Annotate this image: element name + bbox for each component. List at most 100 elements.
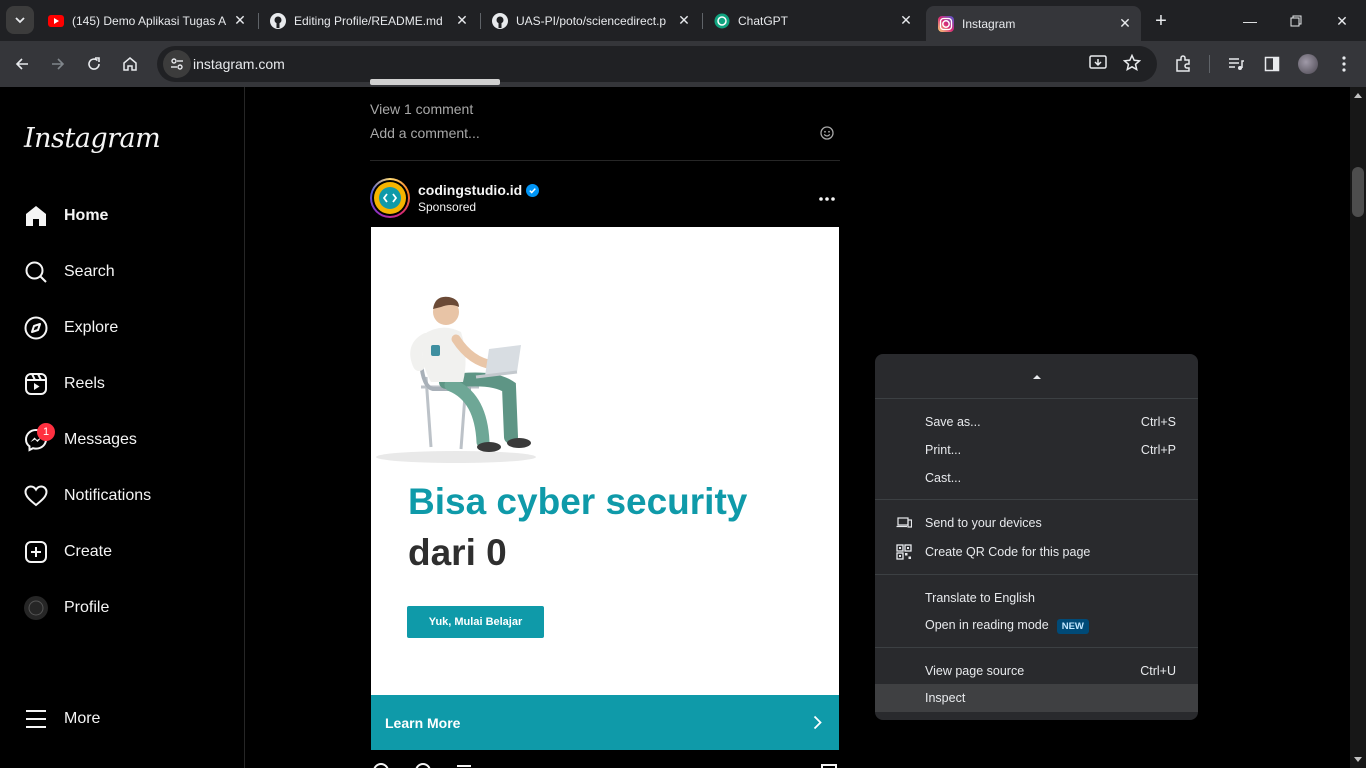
close-tab-icon[interactable]: ✕ [896,11,916,31]
new-badge: NEW [1056,619,1089,634]
close-tab-icon[interactable]: ✕ [1115,14,1135,34]
install-app-button[interactable] [1089,54,1109,77]
new-tab-button[interactable]: + [1150,10,1172,32]
nav-home[interactable]: Home [12,192,232,240]
restore-button[interactable] [1285,10,1307,32]
scroll-up-icon [1354,93,1362,98]
cut-off-caption [370,79,530,91]
chrome-menu-button[interactable] [1330,50,1358,78]
learn-more-label: Learn More [385,714,461,731]
nav-explore[interactable]: Explore [12,304,232,352]
menu-save-as[interactable]: Save as... Ctrl+S [875,408,1198,436]
avatar-icon [24,596,48,620]
nav-reels[interactable]: Reels [12,360,232,408]
tab-title: Editing Profile/README.md [294,13,443,28]
person-laptop-illustration [376,296,536,463]
messenger-icon: 1 [24,423,55,452]
emoji-icon[interactable] [820,126,834,145]
nav-create[interactable]: Create [12,528,232,576]
chatgpt-icon [714,13,730,29]
sponsored-label: Sponsored [418,200,477,214]
tab-github-readme[interactable]: Editing Profile/README.md ✕ [258,6,478,35]
arrow-left-icon [15,58,28,70]
menu-separator [875,499,1198,500]
menu-reading-mode[interactable]: Open in reading mode NEW [875,612,1198,640]
tab-search-button[interactable] [6,6,34,34]
menu-print[interactable]: Print... Ctrl+P [875,436,1198,464]
menu-separator [875,398,1198,399]
profile-button[interactable] [1294,50,1322,78]
instagram-sidebar: Instagram Home Search Explore Reels 1 Me… [0,87,245,768]
close-tab-icon[interactable]: ✕ [452,11,472,31]
menu-separator [875,647,1198,648]
address-bar[interactable]: instagram.com [157,46,1157,82]
scrollbar-thumb[interactable] [1352,167,1364,217]
nav-more[interactable]: More [12,695,232,743]
post-username[interactable]: codingstudio.id [418,182,540,198]
nav-label: Reels [64,375,105,392]
story-ring[interactable] [370,178,410,218]
browser-toolbar: instagram.com [0,41,1366,87]
minimize-button[interactable]: — [1239,10,1261,32]
back-button[interactable] [8,50,36,78]
learn-more-button[interactable]: Learn More [371,695,839,750]
tab-instagram[interactable]: Instagram ✕ [926,6,1141,41]
extensions-button[interactable] [1169,50,1197,78]
devices-icon [896,517,912,528]
close-tab-icon[interactable]: ✕ [674,11,694,31]
post-options-button[interactable] [818,189,836,207]
ad-headline-2: dari 0 [408,532,507,573]
bookmark-button[interactable] [1122,53,1142,77]
close-tab-icon[interactable]: ✕ [230,11,250,31]
ad-headline-1: Bisa cyber security [408,481,748,522]
media-control-button[interactable] [1222,50,1250,78]
menu-cast[interactable]: Cast... [875,464,1198,492]
more-horiz-icon [819,197,835,201]
view-comments-link[interactable]: View 1 comment [370,101,473,117]
nav-label: Home [64,207,109,224]
menu-view-source[interactable]: View page source Ctrl+U [875,657,1198,685]
post-actions-row [371,760,839,768]
verified-badge-icon [526,183,540,197]
tab-github-uas[interactable]: UAS-PI/poto/sciencedirect.p ✕ [480,6,700,35]
close-window-button[interactable]: ✕ [1331,10,1353,32]
chevron-down-icon [15,17,25,24]
context-menu: Save as... Ctrl+S Print... Ctrl+P Cast..… [875,354,1198,720]
side-panel-button[interactable] [1258,50,1286,78]
restore-icon [1290,15,1302,27]
menu-create-qr-code[interactable]: Create QR Code for this page [875,538,1198,566]
github-icon [492,12,508,29]
forward-button[interactable] [44,50,72,78]
tab-title: (145) Demo Aplikasi Tugas A [72,13,227,28]
tab-title: ChatGPT [738,13,789,28]
nav-label: Messages [64,431,137,448]
nav-search[interactable]: Search [12,248,232,296]
nav-messages[interactable]: 1 Messages [12,416,232,464]
home-icon [123,57,137,71]
context-menu-scroll-up[interactable] [875,354,1198,398]
github-icon [270,12,286,29]
reload-button[interactable] [80,50,108,78]
ad-image[interactable]: Bisa cyber security dari 0 Yuk, Mulai Be… [371,227,839,695]
more-vert-icon [1342,56,1346,72]
menu-send-to-devices[interactable]: Send to your devices [875,509,1198,537]
nav-label: Profile [64,599,110,616]
hamburger-menu-icon [24,707,48,731]
add-comment-input[interactable]: Add a comment... [370,125,840,141]
menu-inspect[interactable]: Inspect [875,684,1198,712]
code-icon [383,193,397,203]
home-icon [24,204,48,228]
caret-up-icon [1032,374,1041,379]
home-button[interactable] [116,50,144,78]
nav-label: Notifications [64,487,152,504]
tab-youtube[interactable]: (145) Demo Aplikasi Tugas A ✕ [36,6,256,35]
tab-chatgpt[interactable]: ChatGPT ✕ [702,6,922,35]
arrow-right-icon [52,58,65,70]
compass-icon [24,316,48,340]
nav-notifications[interactable]: Notifications [12,472,232,520]
instagram-logo[interactable]: Instagram [24,123,161,154]
ad-cta-graphic: Yuk, Mulai Belajar [407,606,544,638]
site-info-button[interactable] [163,50,191,78]
menu-translate[interactable]: Translate to English [875,584,1198,612]
nav-profile[interactable]: Profile [12,584,232,632]
